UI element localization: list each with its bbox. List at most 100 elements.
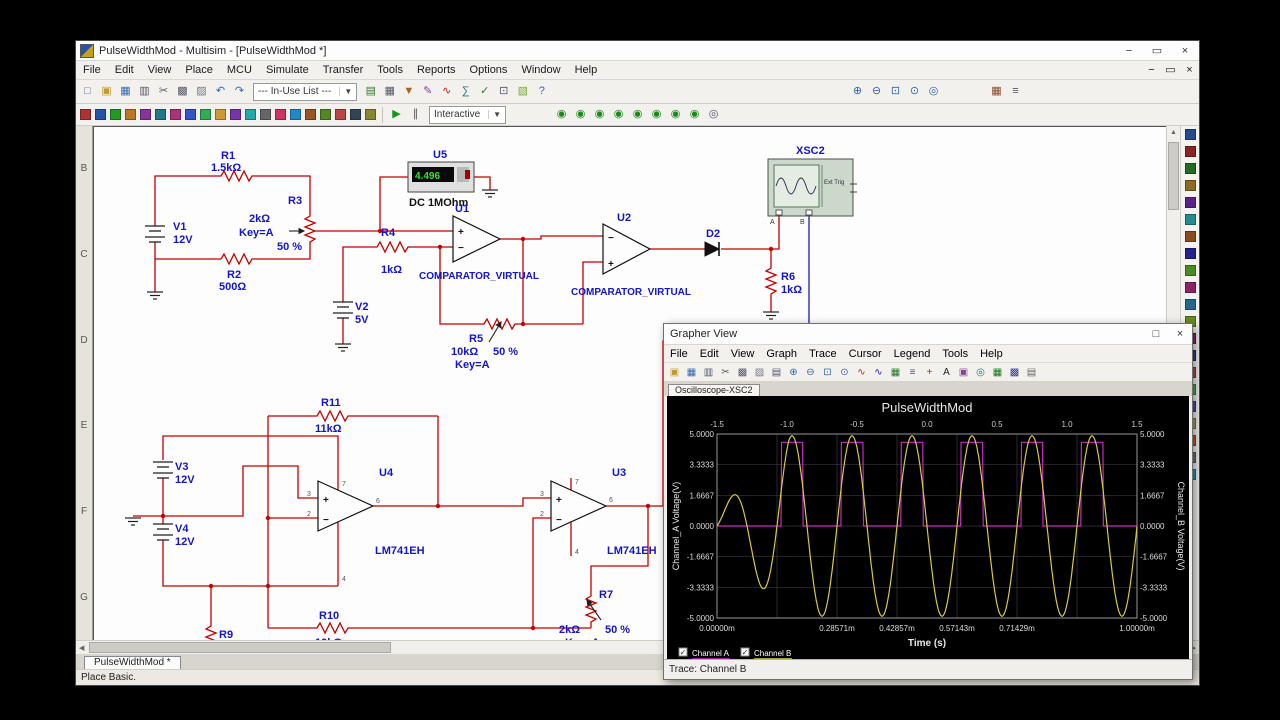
group-diodes-icon[interactable] <box>110 109 121 120</box>
voltmeter-u5[interactable]: 4.496 U5 DC 1MOhm <box>408 149 474 209</box>
differential-probe-icon[interactable]: ◉ <box>610 107 627 122</box>
logic-analyzer-icon[interactable] <box>1185 282 1196 293</box>
resistor-r9[interactable]: R9 1kΩ <box>206 622 240 640</box>
border-toggle-icon[interactable]: ≡ <box>1007 84 1024 99</box>
zoom-full-icon[interactable]: ⊙ <box>837 365 852 380</box>
group-cmos-icon[interactable] <box>170 109 181 120</box>
breadboard-icon[interactable]: ▧ <box>514 84 531 99</box>
print-icon[interactable]: ▥ <box>701 365 716 380</box>
volt-current-probe-icon[interactable]: ◉ <box>629 107 646 122</box>
show-cursors-icon[interactable]: + <box>922 365 937 380</box>
digital-probe-icon[interactable]: ◉ <box>667 107 684 122</box>
menu-help[interactable]: Help <box>974 347 1009 361</box>
trace-blue-icon[interactable]: ∿ <box>871 365 886 380</box>
group-sources-icon[interactable] <box>80 109 91 120</box>
vertical-scroll-thumb[interactable] <box>1168 142 1179 210</box>
help-icon[interactable]: ? <box>533 84 550 99</box>
mdi-close-icon[interactable]: × <box>1181 63 1198 78</box>
group-connectors-icon[interactable] <box>320 109 331 120</box>
close-icon[interactable]: × <box>1171 41 1199 60</box>
zoom-in-icon[interactable]: ⊕ <box>786 365 801 380</box>
menu-simulate[interactable]: Simulate <box>259 62 316 78</box>
open-file-icon[interactable]: ▣ <box>98 84 115 99</box>
show-legend-icon[interactable]: ≡ <box>905 365 920 380</box>
menu-file[interactable]: File <box>76 62 108 78</box>
menu-view[interactable]: View <box>725 347 761 361</box>
tab-oscilloscope-xsc2[interactable]: Oscilloscope-XSC2 <box>668 384 760 396</box>
minimize-icon[interactable]: − <box>1115 41 1143 60</box>
trace-red-icon[interactable]: ∿ <box>854 365 869 380</box>
resistor-r11[interactable]: R11 11kΩ <box>311 397 355 435</box>
group-analog-icon[interactable] <box>140 109 151 120</box>
group-rf-icon[interactable] <box>275 109 286 120</box>
four-channel-oscilloscope-icon[interactable] <box>1185 197 1196 208</box>
copy-graph-icon[interactable]: ▩ <box>1007 365 1022 380</box>
resistor-r4[interactable]: R4 1kΩ <box>371 227 415 276</box>
spreadsheet-view-icon[interactable]: ▦ <box>381 84 398 99</box>
pause-simulation-icon[interactable]: ∥ <box>407 107 424 122</box>
mdi-minimize-icon[interactable]: − <box>1143 63 1160 78</box>
opamp-u4[interactable]: + − 3 2 6 7 4 U4 LM741EH <box>307 467 425 583</box>
copy-icon[interactable]: ▩ <box>174 84 191 99</box>
simulation-profile-dropdown[interactable]: Interactive ▼ <box>429 106 506 124</box>
open-icon[interactable]: ▣ <box>667 365 682 380</box>
add-text-icon[interactable]: A <box>939 365 954 380</box>
zoom-area-icon[interactable]: ⊡ <box>820 365 835 380</box>
menu-window[interactable]: Window <box>514 62 567 78</box>
menu-graph[interactable]: Graph <box>760 347 803 361</box>
paste-icon[interactable]: ▨ <box>752 365 767 380</box>
menu-file[interactable]: File <box>664 347 694 361</box>
paste-icon[interactable]: ▨ <box>193 84 210 99</box>
undo-icon[interactable]: ↶ <box>212 84 229 99</box>
menu-mcu[interactable]: MCU <box>220 62 259 78</box>
zoom-area-icon[interactable]: ⊡ <box>887 84 904 99</box>
menu-edit[interactable]: Edit <box>108 62 141 78</box>
database-manager-icon[interactable]: ▼ <box>400 84 417 99</box>
restore-icon[interactable]: ▭ <box>1143 41 1171 60</box>
menu-place[interactable]: Place <box>178 62 220 78</box>
menu-view[interactable]: View <box>141 62 179 78</box>
page-view-icon[interactable]: ▤ <box>1024 365 1039 380</box>
oscilloscope-icon[interactable] <box>1185 180 1196 191</box>
group-ttl-icon[interactable] <box>155 109 166 120</box>
title-bar[interactable]: PulseWidthMod - Multisim - [PulseWidthMo… <box>76 41 1199 61</box>
potentiometer-r3[interactable]: R3 2kΩ Key=A 50 % <box>239 195 315 253</box>
oscilloscope-xsc2[interactable]: Ext Trig A B XSC2 <box>768 145 857 226</box>
close-icon[interactable]: × <box>1168 324 1192 344</box>
group-electromechanical-icon[interactable] <box>290 109 301 120</box>
function-generator-icon[interactable] <box>1185 146 1196 157</box>
probe-settings-icon[interactable]: ◎ <box>705 107 722 122</box>
zoom-in-icon[interactable]: ⊕ <box>849 84 866 99</box>
in-use-list-dropdown[interactable]: --- In-Use List --- ▼ <box>253 83 357 101</box>
scroll-left-icon[interactable]: ◀ <box>76 644 87 652</box>
run-simulation-icon[interactable]: ▶ <box>388 107 405 122</box>
resistor-r10[interactable]: R10 10kΩ <box>311 610 355 640</box>
multimeter-icon[interactable] <box>1185 129 1196 140</box>
diode-d2[interactable]: D2 <box>705 228 720 256</box>
voltage-probe-icon[interactable]: ◉ <box>553 107 570 122</box>
iv-analyzer-icon[interactable] <box>1185 299 1196 310</box>
export-excel-icon[interactable]: ▦ <box>990 365 1005 380</box>
phase-probe-icon[interactable]: ◉ <box>686 107 703 122</box>
menu-help[interactable]: Help <box>568 62 605 78</box>
resistor-r2[interactable]: R2 500Ω <box>215 254 259 293</box>
grapher-title-bar[interactable]: Grapher View □× <box>664 324 1192 345</box>
comparator-u1[interactable]: + − U1 COMPARATOR_VIRTUAL <box>419 203 539 282</box>
menu-tools[interactable]: Tools <box>936 347 974 361</box>
print-icon[interactable]: ▥ <box>136 84 153 99</box>
comparator-u2[interactable]: − + U2 COMPARATOR_VIRTUAL <box>571 212 691 298</box>
group-indicators-icon[interactable] <box>215 109 226 120</box>
menu-edit[interactable]: Edit <box>694 347 725 361</box>
wattmeter-icon[interactable] <box>1185 163 1196 174</box>
group-misc-digital-icon[interactable] <box>185 109 196 120</box>
power-probe-icon[interactable]: ◉ <box>591 107 608 122</box>
zoom-sheet-icon[interactable]: ◎ <box>925 84 942 99</box>
word-generator-icon[interactable] <box>1185 248 1196 259</box>
frequency-counter-icon[interactable] <box>1185 231 1196 242</box>
save-icon[interactable]: ▦ <box>117 84 134 99</box>
opamp-u3[interactable]: + − 3 2 6 7 4 U3 LM741EH <box>540 467 657 557</box>
menu-tools[interactable]: Tools <box>370 62 410 78</box>
component-wizard-icon[interactable]: ✎ <box>419 84 436 99</box>
hierarchical-block-icon[interactable] <box>350 109 361 120</box>
overlay-traces-icon[interactable]: ◎ <box>973 365 988 380</box>
